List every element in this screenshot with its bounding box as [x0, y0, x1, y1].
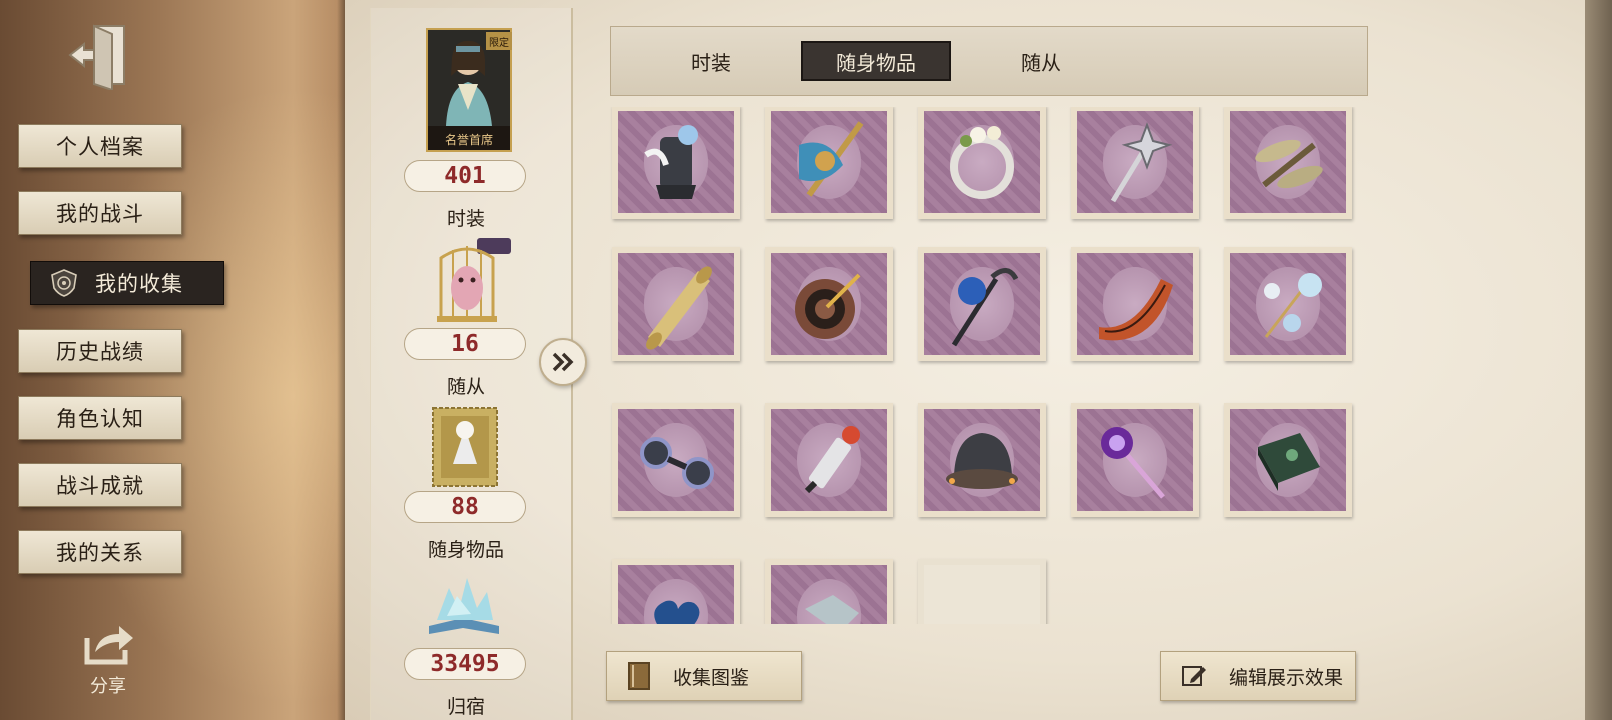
- lantern-bell-icon: [946, 433, 1018, 489]
- flower-wreath-icon: [950, 126, 1014, 199]
- accessory-label: 随身物品: [427, 539, 504, 561]
- boomerang-icon: [1099, 279, 1173, 341]
- scroll-icon: [646, 266, 712, 350]
- nav-history-record[interactable]: 历史战绩: [18, 329, 182, 373]
- accessory-item[interactable]: [1224, 247, 1352, 361]
- double-chevron-right-icon: [552, 352, 574, 372]
- home-label: 归宿: [446, 696, 485, 718]
- accessory-item[interactable]: [765, 403, 893, 517]
- nav-label: 历史战绩: [56, 340, 144, 364]
- edit-pencil-icon: [1182, 666, 1206, 686]
- share-button[interactable]: 分享: [80, 622, 136, 698]
- exit-door-icon[interactable]: [64, 20, 134, 90]
- accessory-item[interactable]: [765, 107, 893, 219]
- accessory-item[interactable]: [918, 247, 1046, 361]
- category-tabs: 时装 随身物品 随从: [610, 26, 1368, 96]
- accessory-item[interactable]: [1224, 107, 1352, 219]
- accessory-item[interactable]: [918, 403, 1046, 517]
- nav-label: 我的收集: [95, 272, 183, 296]
- accessory-item[interactable]: [1071, 403, 1199, 517]
- empty-slot: [918, 559, 1046, 624]
- follower-cage-icon[interactable]: [419, 236, 515, 326]
- green-book-icon: [1258, 433, 1320, 491]
- expand-stats-button[interactable]: [539, 338, 587, 386]
- lantern-rose-icon: [644, 125, 698, 199]
- spark-plug-icon: [804, 426, 860, 494]
- mace-icon: [1101, 427, 1165, 499]
- shield-emblem-icon: [51, 269, 77, 297]
- accessory-stamp-icon[interactable]: [431, 406, 499, 488]
- accessory-item[interactable]: [612, 559, 740, 624]
- accessory-item[interactable]: [612, 403, 740, 517]
- goggles-icon: [640, 437, 714, 489]
- accessory-item[interactable]: [1071, 107, 1199, 219]
- book-icon: [628, 662, 650, 690]
- accessory-grid: [608, 107, 1368, 624]
- panel-edge: [1585, 0, 1612, 720]
- follower-count: 16: [404, 328, 526, 360]
- left-sidebar: 个人档案 我的战斗 我的收集 历史战绩 角色认知 战斗成就 我的关系 分享: [0, 0, 345, 720]
- dragonfly-icon: [1255, 139, 1323, 189]
- nav-label: 角色认知: [56, 407, 144, 431]
- crystal-mobile-icon: [1264, 273, 1322, 338]
- nav-my-battles[interactable]: 我的战斗: [18, 191, 182, 235]
- accessory-count: 88: [404, 491, 526, 523]
- shard-icon: [805, 595, 859, 624]
- nav-personal-profile[interactable]: 个人档案: [18, 124, 182, 168]
- portrait-caption: 名誉首席: [444, 133, 493, 147]
- nav-character-knowledge[interactable]: 角色认知: [18, 396, 182, 440]
- share-arrow-icon: [84, 626, 133, 665]
- accessory-item[interactable]: [612, 247, 740, 361]
- star-staff-icon: [1110, 122, 1173, 203]
- nav-label: 个人档案: [56, 135, 144, 159]
- share-label: 分享: [90, 676, 126, 697]
- nav-battle-achievement[interactable]: 战斗成就: [18, 463, 182, 507]
- nav-label: 我的战斗: [56, 202, 144, 226]
- costume-count: 401: [404, 160, 526, 192]
- ornate-axe-icon: [799, 121, 864, 197]
- accessory-item[interactable]: [765, 559, 893, 624]
- nav-my-relations[interactable]: 我的关系: [18, 530, 182, 574]
- tab-costume[interactable]: 时装: [641, 41, 781, 81]
- accessory-item[interactable]: [612, 107, 740, 219]
- costume-label: 时装: [446, 208, 485, 230]
- accessory-item[interactable]: [918, 107, 1046, 219]
- collection-catalog-label: 收集图鉴: [673, 666, 750, 689]
- nav-my-collection[interactable]: 我的收集: [30, 261, 224, 305]
- tab-accessories[interactable]: 随身物品: [801, 41, 951, 81]
- home-count: 33495: [404, 648, 526, 680]
- edit-display-button[interactable]: 编辑展示效果: [1160, 651, 1356, 701]
- character-portrait[interactable]: 限定 名誉首席: [426, 28, 512, 152]
- accessory-item[interactable]: [1071, 247, 1199, 361]
- edit-display-label: 编辑展示效果: [1229, 666, 1344, 689]
- home-book-icon[interactable]: [423, 570, 505, 640]
- nav-label: 战斗成就: [56, 474, 144, 498]
- accessory-item[interactable]: [1224, 403, 1352, 517]
- collection-catalog-button[interactable]: 收集图鉴: [606, 651, 802, 701]
- target-dart-icon: [795, 273, 861, 339]
- limited-tag: 限定: [486, 32, 512, 50]
- accessory-item[interactable]: [765, 247, 893, 361]
- nav-label: 我的关系: [56, 541, 144, 565]
- follower-label: 随从: [446, 376, 485, 398]
- blue-heart-icon: [654, 600, 700, 624]
- blue-rose-cane-icon: [951, 268, 1019, 347]
- tab-followers[interactable]: 随从: [971, 41, 1111, 81]
